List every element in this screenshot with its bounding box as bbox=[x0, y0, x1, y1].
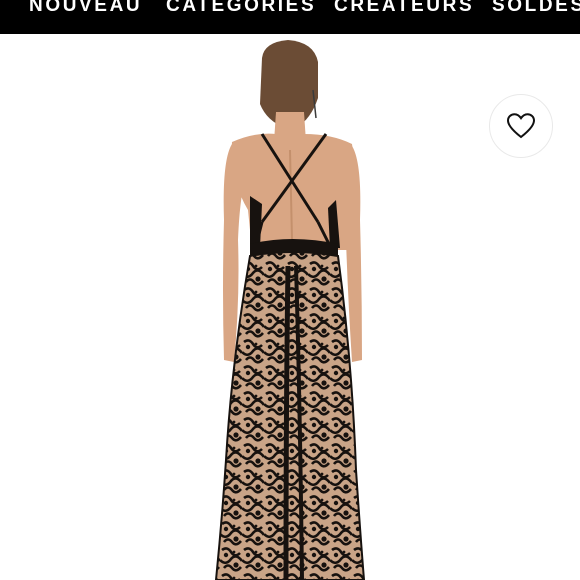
nav-item-nouveau[interactable]: NOUVEAU bbox=[29, 0, 142, 18]
nav-item-soldes[interactable]: SOLDES bbox=[492, 0, 580, 18]
top-navigation: NOUVEAU CATEGORIES CREATEURS SOLDES bbox=[0, 0, 580, 34]
heart-outline-icon bbox=[507, 113, 535, 139]
dress-ribbon-tail bbox=[283, 265, 291, 580]
nav-item-categories[interactable]: CATEGORIES bbox=[166, 0, 316, 18]
favorite-button[interactable] bbox=[489, 94, 553, 158]
nav-item-createurs[interactable]: CREATEURS bbox=[334, 0, 474, 18]
product-image-area bbox=[0, 34, 580, 580]
